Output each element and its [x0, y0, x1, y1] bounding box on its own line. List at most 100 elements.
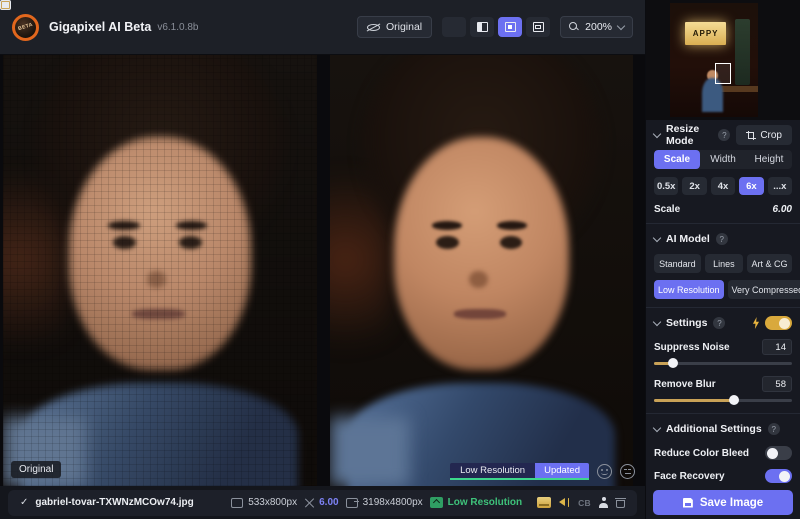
remove-blur-slider[interactable]	[654, 395, 792, 405]
tab-width[interactable]: Width	[700, 150, 746, 169]
app-title: Gigapixel AI Beta	[49, 20, 151, 34]
zoom-level-dropdown[interactable]: 200%	[560, 16, 633, 38]
settings-title: Settings	[666, 317, 707, 329]
slider-thumb[interactable]	[729, 395, 739, 405]
ai-model-header[interactable]: AI Model ?	[654, 231, 792, 247]
auto-settings-bolt-icon	[752, 317, 760, 329]
comparison-view-icon	[533, 22, 544, 32]
remove-blur-label: Remove Blur	[654, 379, 716, 390]
view-toolbar: Original	[357, 16, 633, 38]
settings-section: Settings ? Suppress Noise 14 Remove Blur…	[646, 308, 800, 414]
model-standard[interactable]: Standard	[654, 254, 701, 273]
pixelation-overlay	[3, 55, 317, 486]
viewport-rectangle[interactable]	[715, 63, 731, 84]
crop-label: Crop	[760, 130, 782, 141]
slider-thumb[interactable]	[668, 358, 678, 368]
main-column: BETA Gigapixel AI Beta v6.1.0.8b Origina…	[0, 0, 645, 519]
single-view-icon	[0, 0, 11, 10]
remove-file-icon[interactable]	[616, 497, 625, 508]
reduce-color-bleed-row: Reduce Color Bleed	[654, 446, 792, 460]
show-original-label: Original	[386, 21, 422, 33]
scale-value: 6.00	[773, 204, 792, 215]
help-icon[interactable]: ?	[716, 233, 728, 245]
suppress-noise-indicator-icon	[537, 497, 551, 508]
crop-icon	[746, 131, 755, 140]
reduce-color-bleed-toggle[interactable]	[765, 446, 792, 460]
chevron-down-icon	[653, 423, 661, 431]
zoom-level-value: 200%	[585, 21, 612, 33]
filename: gabriel-tovar-TXWNzMCOw74.jpg	[35, 497, 193, 508]
enhanced-image-pane[interactable]	[330, 55, 633, 486]
scale-presets: 0.5x 2x 4x 6x ...x	[654, 177, 792, 195]
crop-button[interactable]: Crop	[736, 125, 792, 145]
help-icon[interactable]: ?	[713, 317, 725, 329]
output-size-value: 3198x4800px	[363, 497, 423, 508]
view-mode-group	[442, 17, 550, 37]
app-version: v6.1.0.8b	[157, 22, 198, 33]
thumbnail-image: APPY	[670, 3, 758, 117]
input-size-value: 533x800px	[248, 497, 297, 508]
settings-sidebar: APPY Resize Mode ? Crop Scale Width H	[645, 0, 800, 519]
split-view-button[interactable]	[470, 17, 494, 37]
preset-4x[interactable]: 4x	[711, 177, 735, 195]
remove-blur-row: Remove Blur 58	[654, 376, 792, 392]
resize-mode-section: Resize Mode ? Crop Scale Width Height 0.…	[646, 120, 800, 224]
original-image-pane[interactable]: Original	[3, 55, 317, 486]
input-image-icon	[231, 498, 243, 508]
thumbnail-sign: APPY	[685, 22, 726, 45]
logo-badge-text: BETA	[17, 22, 33, 32]
chevron-down-icon	[653, 317, 661, 325]
preset-2x[interactable]: 2x	[682, 177, 706, 195]
face-recovery-toggle[interactable]	[765, 469, 792, 483]
remove-blur-indicator-icon	[558, 497, 571, 508]
preview-canvas: Original Low Resolution Updated	[0, 55, 645, 486]
help-icon[interactable]: ?	[718, 129, 730, 141]
tab-scale[interactable]: Scale	[654, 150, 700, 169]
file-info-bar: ✓ gabriel-tovar-TXWNzMCOw74.jpg 533x800p…	[8, 490, 637, 516]
topaz-beta-logo-icon: BETA	[12, 14, 39, 41]
suppress-noise-label: Suppress Noise	[654, 342, 730, 353]
help-icon[interactable]: ?	[768, 423, 780, 435]
resize-mode-title: Resize Mode	[666, 123, 712, 147]
result-model-label: Low Resolution	[450, 463, 535, 478]
result-status-label: Updated	[535, 463, 589, 478]
output-image-icon	[346, 498, 358, 508]
remove-blur-value[interactable]: 58	[762, 376, 792, 392]
save-image-button[interactable]: Save Image	[653, 490, 793, 515]
scale-expand-icon	[304, 498, 314, 508]
additional-settings-header[interactable]: Additional Settings ?	[654, 421, 792, 437]
model-very-compressed[interactable]: Very Compressed	[728, 280, 800, 299]
color-bleed-indicator: CB	[578, 498, 591, 508]
magnifier-icon	[569, 22, 579, 32]
suppress-noise-slider[interactable]	[654, 358, 792, 368]
processing-result-badge: Low Resolution Updated	[450, 463, 589, 480]
preset-6x[interactable]: 6x	[739, 177, 763, 195]
model-art-cg[interactable]: Art & CG	[747, 254, 792, 273]
reduce-color-bleed-label: Reduce Color Bleed	[654, 448, 749, 459]
navigation-thumbnail[interactable]: APPY	[646, 0, 800, 120]
status-bar: ✓ gabriel-tovar-TXWNzMCOw74.jpg 533x800p…	[0, 486, 645, 519]
input-size-item: 533x800px	[231, 497, 297, 508]
side-by-side-view-button[interactable]	[498, 17, 522, 37]
preset-custom[interactable]: ...x	[768, 177, 792, 195]
gigapixel-app-window: BETA Gigapixel AI Beta v6.1.0.8b Origina…	[0, 0, 800, 519]
show-original-button[interactable]: Original	[357, 16, 432, 38]
tab-height[interactable]: Height	[746, 150, 792, 169]
feedback-unhappy-icon[interactable]	[620, 464, 635, 479]
model-low-resolution[interactable]: Low Resolution	[654, 280, 724, 299]
auto-settings-toggle[interactable]	[765, 316, 792, 330]
model-lines[interactable]: Lines	[705, 254, 743, 273]
settings-header[interactable]: Settings ?	[654, 315, 792, 331]
comparison-view-button[interactable]	[526, 17, 550, 37]
scale-item: 6.00	[304, 497, 338, 508]
resize-mode-header[interactable]: Resize Mode ? Crop	[654, 127, 792, 143]
single-view-button[interactable]	[442, 17, 466, 37]
chevron-down-icon	[653, 233, 661, 241]
suppress-noise-value[interactable]: 14	[762, 339, 792, 355]
feedback-happy-icon[interactable]	[597, 464, 612, 479]
scale-factor-value: 6.00	[319, 497, 338, 508]
eye-off-icon	[367, 23, 380, 32]
scale-value-row: Scale 6.00	[654, 204, 792, 215]
output-size-item: 3198x4800px	[346, 497, 423, 508]
preset-0-5x[interactable]: 0.5x	[654, 177, 678, 195]
